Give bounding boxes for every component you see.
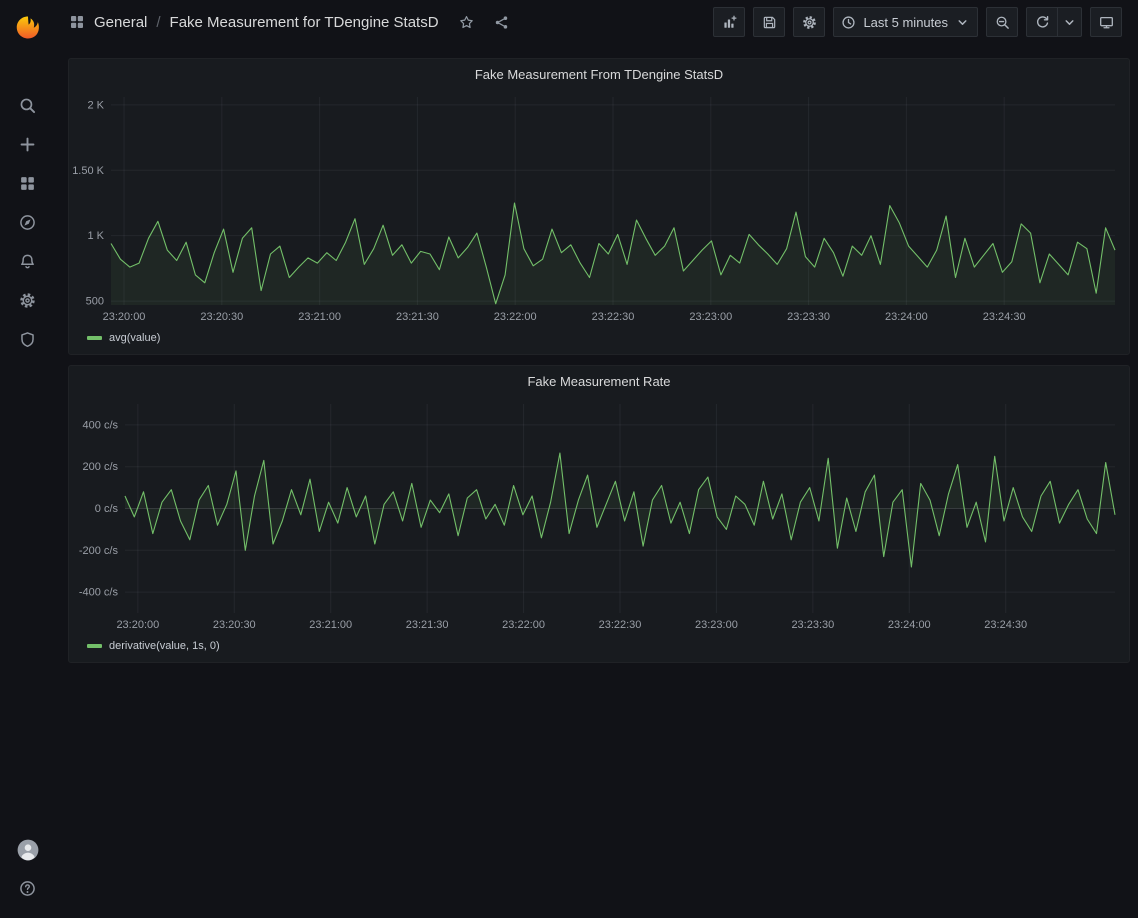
svg-text:23:23:30: 23:23:30: [787, 311, 830, 323]
svg-text:-200 c/s: -200 c/s: [79, 545, 119, 557]
svg-text:23:20:00: 23:20:00: [103, 311, 146, 323]
panel-fake-measurement-rate: Fake Measurement Rate -400 c/s -200 c/s 0 …: [68, 365, 1130, 663]
legend-label: avg(value): [109, 332, 160, 344]
legend-swatch: [87, 336, 102, 340]
share-dashboard-button[interactable]: [489, 9, 515, 35]
sidebar-item-dashboards[interactable]: [0, 164, 55, 203]
kiosk-mode-button[interactable]: [1090, 7, 1122, 37]
sidebar-item-alerting[interactable]: [0, 242, 55, 281]
svg-text:23:21:30: 23:21:30: [396, 311, 439, 323]
panel-header[interactable]: Fake Measurement From TDengine StatsD: [69, 59, 1129, 89]
svg-text:23:24:00: 23:24:00: [885, 311, 928, 323]
apps-icon: [69, 14, 85, 30]
time-series-chart-fake-measurement[interactable]: 500 1 K 1.50 K 2 K 23:20:00 23:20:30 23:21:00 2…: [69, 89, 1129, 327]
chevron-down-icon: [955, 15, 970, 30]
chevron-down-icon: [1062, 15, 1077, 30]
breadcrumb-section[interactable]: General: [94, 14, 147, 31]
compass-icon: [19, 214, 36, 231]
sidebar-item-configuration[interactable]: [0, 281, 55, 320]
apps-icon: [19, 175, 36, 192]
svg-text:23:22:00: 23:22:00: [502, 619, 545, 631]
svg-text:-400 c/s: -400 c/s: [79, 587, 119, 599]
time-series-chart-fake-measurement-rate[interactable]: -400 c/s -200 c/s 0 c/s 200 c/s 400 c/s 23:20…: [69, 396, 1129, 635]
svg-text:23:22:30: 23:22:30: [592, 311, 635, 323]
svg-text:400 c/s: 400 c/s: [83, 419, 119, 431]
svg-text:23:21:30: 23:21:30: [406, 619, 449, 631]
add-panel-icon: [722, 15, 737, 30]
svg-text:23:22:30: 23:22:30: [599, 619, 642, 631]
refresh-dashboard-button[interactable]: [1026, 7, 1058, 37]
sidebar-item-create[interactable]: [0, 125, 55, 164]
sidebar-item-search[interactable]: [0, 86, 55, 125]
svg-text:23:23:30: 23:23:30: [791, 619, 834, 631]
grafana-app: General / Fake Measurement for TDengine …: [0, 0, 1138, 918]
breadcrumb-separator: /: [156, 14, 160, 31]
svg-text:1 K: 1 K: [87, 230, 104, 242]
refresh-icon: [1035, 15, 1050, 30]
sidebar-item-explore[interactable]: [0, 203, 55, 242]
dashboard-settings-button[interactable]: [793, 7, 825, 37]
avatar-icon: [17, 839, 39, 861]
svg-text:1.50 K: 1.50 K: [72, 165, 104, 177]
svg-text:2 K: 2 K: [87, 99, 104, 111]
time-range-picker[interactable]: Last 5 minutes: [833, 7, 978, 37]
svg-text:23:21:00: 23:21:00: [298, 311, 341, 323]
refresh-button-group: [1026, 7, 1082, 37]
refresh-interval-button[interactable]: [1058, 7, 1082, 37]
bell-icon: [19, 253, 36, 270]
panel-title[interactable]: Fake Measurement Rate: [527, 374, 670, 389]
legend-item-avg-value[interactable]: avg(value): [69, 327, 1129, 354]
svg-text:23:24:30: 23:24:30: [984, 619, 1027, 631]
help-icon: [19, 880, 36, 897]
svg-text:0 c/s: 0 c/s: [95, 503, 119, 515]
svg-text:23:24:30: 23:24:30: [983, 311, 1026, 323]
svg-text:23:20:00: 23:20:00: [116, 619, 159, 631]
grafana-logo-icon: [13, 14, 43, 44]
sidebar: [0, 0, 55, 918]
tv-icon: [1099, 15, 1114, 30]
zoom-out-icon: [995, 15, 1010, 30]
time-range-label: Last 5 minutes: [863, 15, 948, 30]
gear-icon: [19, 292, 36, 309]
sidebar-item-help[interactable]: [0, 869, 55, 908]
svg-text:200 c/s: 200 c/s: [83, 461, 119, 473]
star-dashboard-button[interactable]: [454, 9, 480, 35]
dashboard-toolbar: Last 5 minutes: [713, 7, 1122, 37]
legend-label: derivative(value, 1s, 0): [109, 640, 220, 652]
breadcrumb-dashboard-title[interactable]: Fake Measurement for TDengine StatsD: [170, 14, 439, 31]
save-dashboard-button[interactable]: [753, 7, 785, 37]
panel-title[interactable]: Fake Measurement From TDengine StatsD: [475, 67, 723, 82]
save-dashboard-icon: [762, 15, 777, 30]
dashboard-content: Fake Measurement From TDengine StatsD 50…: [55, 44, 1138, 918]
zoom-out-time-button[interactable]: [986, 7, 1018, 37]
sidebar-item-profile[interactable]: [0, 830, 55, 869]
panel-fake-measurement: Fake Measurement From TDengine StatsD 50…: [68, 58, 1130, 355]
legend-swatch: [87, 644, 102, 648]
sidebar-item-server-admin[interactable]: [0, 320, 55, 359]
panel-header[interactable]: Fake Measurement Rate: [69, 366, 1129, 396]
svg-text:23:21:00: 23:21:00: [309, 619, 352, 631]
svg-text:500: 500: [86, 296, 104, 308]
svg-text:23:22:00: 23:22:00: [494, 311, 537, 323]
search-icon: [19, 97, 36, 114]
svg-text:23:24:00: 23:24:00: [888, 619, 931, 631]
svg-text:23:20:30: 23:20:30: [213, 619, 256, 631]
grafana-logo[interactable]: [7, 8, 49, 50]
shield-icon: [19, 331, 36, 348]
top-navbar: General / Fake Measurement for TDengine …: [55, 0, 1138, 44]
add-panel-button[interactable]: [713, 7, 745, 37]
star-icon: [459, 15, 474, 30]
gear-icon: [802, 15, 817, 30]
main-area: General / Fake Measurement for TDengine …: [55, 0, 1138, 918]
legend-item-derivative[interactable]: derivative(value, 1s, 0): [69, 635, 1129, 662]
clock-icon: [841, 15, 856, 30]
share-icon: [494, 15, 509, 30]
svg-text:23:20:30: 23:20:30: [200, 311, 243, 323]
svg-text:23:23:00: 23:23:00: [695, 619, 738, 631]
svg-text:23:23:00: 23:23:00: [689, 311, 732, 323]
plus-icon: [19, 136, 36, 153]
